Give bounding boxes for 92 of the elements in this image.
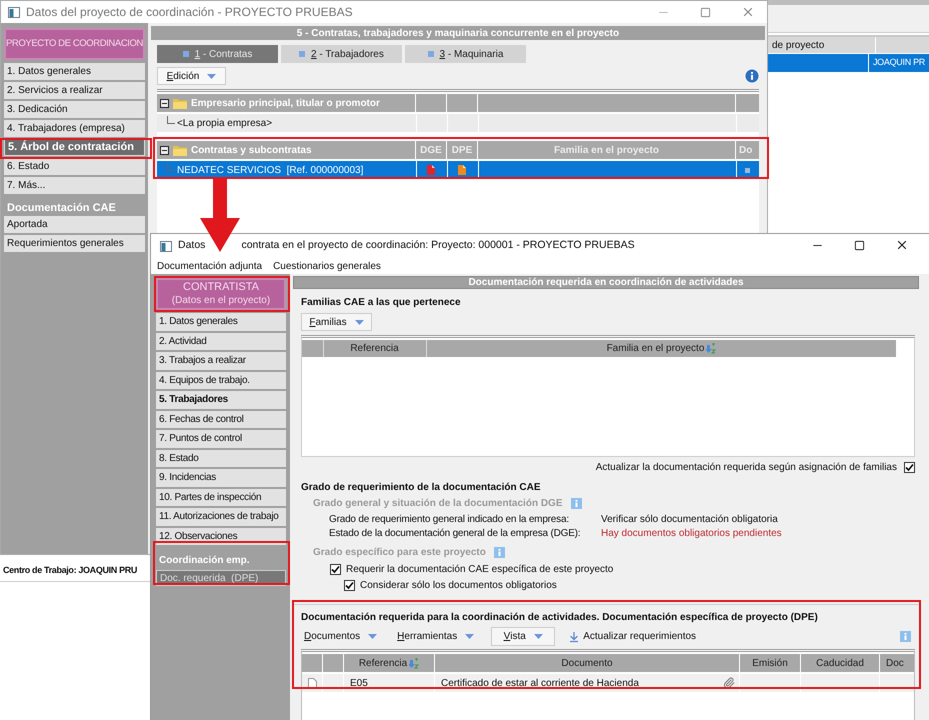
- checkbox[interactable]: [344, 580, 355, 590]
- panel-title: 5 - Contratas, trabajadores y maquinaria concurrente en el proyecto: [150, 26, 765, 40]
- panel-title: Documentación requerida en coordinación de actividades: [293, 276, 919, 289]
- view-menu-button[interactable]: Vista: [491, 627, 556, 646]
- field-label: Grado de requerimiento general indicado en la empresa:: [329, 514, 569, 524]
- checkbox[interactable]: [330, 564, 341, 574]
- field-value: Verificar sólo documentación obligatoria: [601, 512, 778, 526]
- nav-item[interactable]: 6. Fechas de control: [156, 410, 286, 428]
- status-text: Centro de Trabajo: JOAQUIN PRU: [2, 564, 138, 577]
- column-header[interactable]: Familia en el proyecto: [426, 340, 896, 357]
- window-icon: [8, 6, 20, 18]
- nav-item[interactable]: 7. Más...: [4, 177, 145, 194]
- field-label: Estado de la documentación general de la empresa (DGE):: [329, 528, 580, 538]
- window-title: Datos del proyecto de coordinación - PROYECTO PRUEBAS: [26, 4, 353, 21]
- table-cell-text: JOAQUIN PR: [872, 56, 926, 70]
- status-square-icon: [745, 168, 750, 172]
- nav-item[interactable]: 10. Partes de inspección: [156, 488, 286, 506]
- nav-item[interactable]: 11. Autorizaciones de trabajo: [156, 508, 286, 526]
- caret-icon: [534, 634, 543, 639]
- sort-icon: [706, 343, 716, 354]
- nav-item[interactable]: 4. Equipos de trabajo.: [156, 372, 286, 389]
- caret-icon: [207, 74, 216, 78]
- nav-item[interactable]: Requerimientos generales: [4, 235, 145, 252]
- section-heading: Grado de requerimiento de la documentación CAE: [301, 481, 542, 493]
- nav-item[interactable]: 5. Árbol de contratación: [4, 139, 145, 156]
- nav-item[interactable]: 9. Incidencias: [156, 469, 286, 486]
- nav-item[interactable]: 4. Trabajadores (empresa): [4, 120, 145, 137]
- window-icon: [160, 240, 172, 252]
- paperclip-icon[interactable]: [723, 677, 735, 689]
- maximize-icon[interactable]: [854, 240, 865, 250]
- option-label: Actualizar la documentación requerida según asignación de familias: [596, 461, 897, 475]
- nav-item[interactable]: 1. Datos generales: [156, 313, 286, 330]
- menu-item[interactable]: Documentación adjunta: [157, 258, 262, 274]
- column-header[interactable]: Referencia: [323, 340, 425, 357]
- sort-icon: [409, 658, 420, 668]
- column-header[interactable]: Documento: [435, 654, 739, 672]
- tab[interactable]: 3 - Maquinaria: [404, 45, 526, 63]
- tree-item-label: NEDATEC SERVICIOS [Ref. 000000003]: [176, 164, 364, 178]
- window-title: contrata en el proyecto de coordinación: Proyecto: 000001 - PROYECTO PRUEBAS: [241, 238, 635, 254]
- document-icon: [427, 165, 436, 175]
- table-cell-text: Certificado de estar al corriente de Hacienda: [441, 676, 639, 690]
- update-button[interactable]: Actualizar requerimientos: [565, 628, 700, 646]
- tab[interactable]: 2 - Trabajadores: [280, 45, 402, 63]
- section-heading: Documentación requerida para la coordinación de actividades. Documentación específica de proyecto (DPE): [301, 611, 819, 623]
- field-value: Hay documentos obligatorios pendientes: [601, 526, 782, 540]
- download-icon: [568, 630, 580, 642]
- caret-icon: [465, 634, 474, 639]
- column-header[interactable]: Caducidad: [801, 654, 879, 672]
- collapse-icon[interactable]: [160, 146, 169, 154]
- column-header[interactable]: Referencia: [344, 654, 434, 672]
- section-title: Coordinación emp.: [158, 554, 251, 568]
- section-heading: Familias CAE a las que pertenece: [301, 296, 462, 308]
- column-header[interactable]: de proyecto: [768, 37, 876, 53]
- window-title: Datos: [178, 238, 206, 254]
- nav-item[interactable]: 7. Puntos de control: [156, 430, 286, 448]
- checkbox[interactable]: [904, 462, 915, 473]
- option-label: Requerir la documentación CAE específica de este proyecto: [346, 562, 614, 576]
- folder-icon: [172, 98, 187, 108]
- folder-icon: [172, 144, 187, 156]
- nav-item[interactable]: 8. Estado: [156, 450, 286, 467]
- subsection-heading: Grado general y situación de la documentación DGE: [313, 496, 563, 510]
- toolbar-menu[interactable]: Documentos: [301, 628, 380, 646]
- menu-item[interactable]: Cuestionarios generales: [273, 258, 381, 274]
- nav-item[interactable]: Aportada: [4, 216, 145, 233]
- tree-item-label: <La propia empresa>: [176, 116, 272, 130]
- section-title: Documentación CAE: [6, 201, 117, 214]
- document-icon: [308, 678, 316, 688]
- nav-item[interactable]: 3. Trabajos a realizar: [156, 352, 286, 370]
- edit-menu-button[interactable]: Edición: [156, 67, 226, 85]
- column-header[interactable]: [736, 94, 759, 112]
- info-icon[interactable]: [744, 69, 759, 83]
- document-icon: [458, 165, 466, 175]
- close-icon[interactable]: [895, 238, 909, 252]
- collapse-icon[interactable]: [160, 98, 169, 108]
- caret-icon: [368, 634, 378, 639]
- nav-item[interactable]: 5. Trabajadores: [156, 391, 286, 408]
- option-label: Considerar sólo los documentos obligatorios: [360, 578, 557, 592]
- tree-row[interactable]: <La propia empresa>: [156, 114, 759, 132]
- grid-row[interactable]: JOAQUIN PR: [768, 54, 929, 72]
- nav-item[interactable]: 1. Datos generales: [4, 63, 145, 80]
- tab[interactable]: 1 - Contratas: [156, 45, 278, 63]
- families-menu-button[interactable]: Familias: [301, 313, 372, 331]
- toolbar-menu[interactable]: Herramientas: [394, 628, 478, 646]
- subsection-heading: Grado específico para este proyecto: [313, 546, 486, 560]
- nav-item[interactable]: 6. Estado: [4, 158, 145, 175]
- column-header[interactable]: Doc: [880, 654, 914, 672]
- nav-item[interactable]: 2. Servicios a realizar: [4, 82, 145, 99]
- column-header[interactable]: Emisión: [740, 654, 800, 672]
- caret-icon: [354, 320, 364, 324]
- nav-item[interactable]: 3. Dedicación: [4, 101, 145, 118]
- nav-item[interactable]: 2. Actividad: [156, 332, 286, 350]
- table-cell-text: E05: [350, 676, 368, 690]
